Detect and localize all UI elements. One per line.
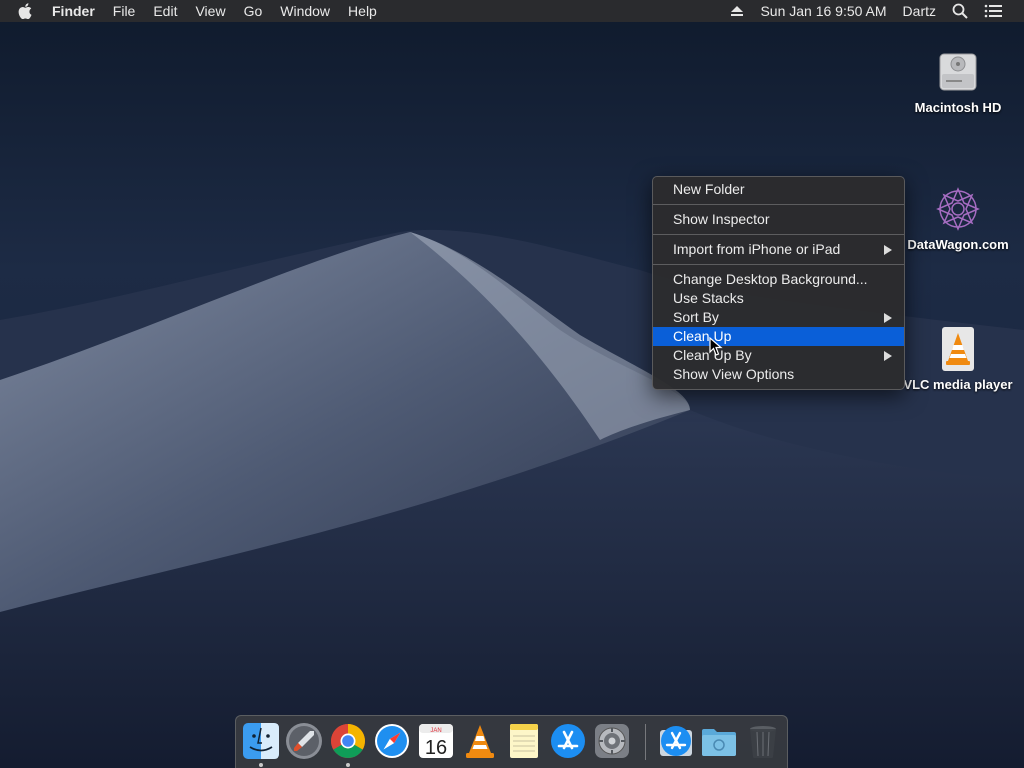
desktop-icon-label: Macintosh HD — [914, 100, 1002, 115]
menu-item-new-folder[interactable]: New Folder — [653, 180, 904, 199]
desktop-icon-label: DataWagon.com — [907, 237, 1009, 252]
chrome-icon[interactable] — [329, 722, 367, 760]
search-icon[interactable] — [952, 3, 968, 19]
menu-edit[interactable]: Edit — [153, 0, 177, 22]
menu-user[interactable]: Dartz — [903, 3, 936, 19]
menu-item-label: Import from iPhone or iPad — [673, 241, 841, 257]
menu-separator — [653, 234, 904, 235]
menu-file[interactable]: File — [113, 0, 136, 22]
menu-item-use-stacks[interactable]: Use Stacks — [653, 289, 904, 308]
submenu-arrow-icon — [884, 313, 892, 323]
downloads-stack-icon[interactable] — [657, 722, 695, 760]
menu-item-change-desktop-background[interactable]: Change Desktop Background... — [653, 270, 904, 289]
menu-item-show-view-options[interactable]: Show View Options — [653, 365, 904, 384]
menu-item-import-from-iphone[interactable]: Import from iPhone or iPad — [653, 240, 904, 259]
app-store-icon[interactable] — [549, 722, 587, 760]
desktop-icon-datawagon[interactable]: DataWagon.com — [896, 185, 1020, 252]
trash-icon[interactable] — [744, 722, 782, 760]
menu-item-sort-by[interactable]: Sort By — [653, 308, 904, 327]
eject-icon[interactable] — [730, 5, 744, 17]
menu-item-clean-up-by[interactable]: Clean Up By — [653, 346, 904, 365]
calendar-day: 16 — [425, 737, 447, 759]
apple-logo-icon[interactable] — [18, 3, 38, 19]
menu-item-show-inspector[interactable]: Show Inspector — [653, 210, 904, 229]
dock-divider — [645, 724, 646, 760]
list-icon[interactable] — [984, 4, 1002, 18]
menu-separator — [653, 264, 904, 265]
calendar-month: JAN — [430, 728, 441, 734]
menu-app-name[interactable]: Finder — [52, 0, 95, 22]
launchpad-icon[interactable] — [285, 722, 323, 760]
vlc-cone-icon — [934, 325, 982, 373]
menu-item-clean-up[interactable]: Clean Up — [653, 327, 904, 346]
menu-window[interactable]: Window — [280, 0, 330, 22]
menu-go[interactable]: Go — [244, 0, 263, 22]
datawagon-logo-icon — [934, 185, 982, 233]
mouse-pointer-icon — [709, 337, 723, 356]
menu-separator — [653, 204, 904, 205]
system-preferences-icon[interactable] — [593, 722, 631, 760]
menu-help[interactable]: Help — [348, 0, 377, 22]
desktop-icon-vlc[interactable]: VLC media player — [896, 325, 1020, 392]
running-indicator — [259, 763, 263, 767]
menu-bar-status: Sun Jan 16 9:50 AM Dartz — [730, 3, 1024, 19]
menu-bar: Finder File Edit View Go Window Help Sun… — [0, 0, 1024, 22]
safari-icon[interactable] — [373, 722, 411, 760]
hard-drive-icon — [934, 48, 982, 96]
menu-view[interactable]: View — [195, 0, 225, 22]
submenu-arrow-icon — [884, 351, 892, 361]
running-indicator — [346, 763, 350, 767]
notes-icon[interactable] — [505, 722, 543, 760]
menu-item-label: Sort By — [673, 309, 719, 325]
vlc-icon[interactable] — [461, 722, 499, 760]
desktop-icon-macintosh-hd[interactable]: Macintosh HD — [896, 48, 1020, 115]
menu-clock[interactable]: Sun Jan 16 9:50 AM — [760, 3, 886, 19]
desktop-context-menu: New Folder Show Inspector Import from iP… — [652, 176, 905, 390]
submenu-arrow-icon — [884, 245, 892, 255]
calendar-icon[interactable]: JAN 16 — [417, 722, 455, 760]
finder-icon[interactable] — [242, 722, 280, 760]
dock: JAN 16 — [235, 715, 788, 768]
folder-stack-icon[interactable] — [700, 722, 738, 760]
desktop-icon-label: VLC media player — [903, 377, 1013, 392]
